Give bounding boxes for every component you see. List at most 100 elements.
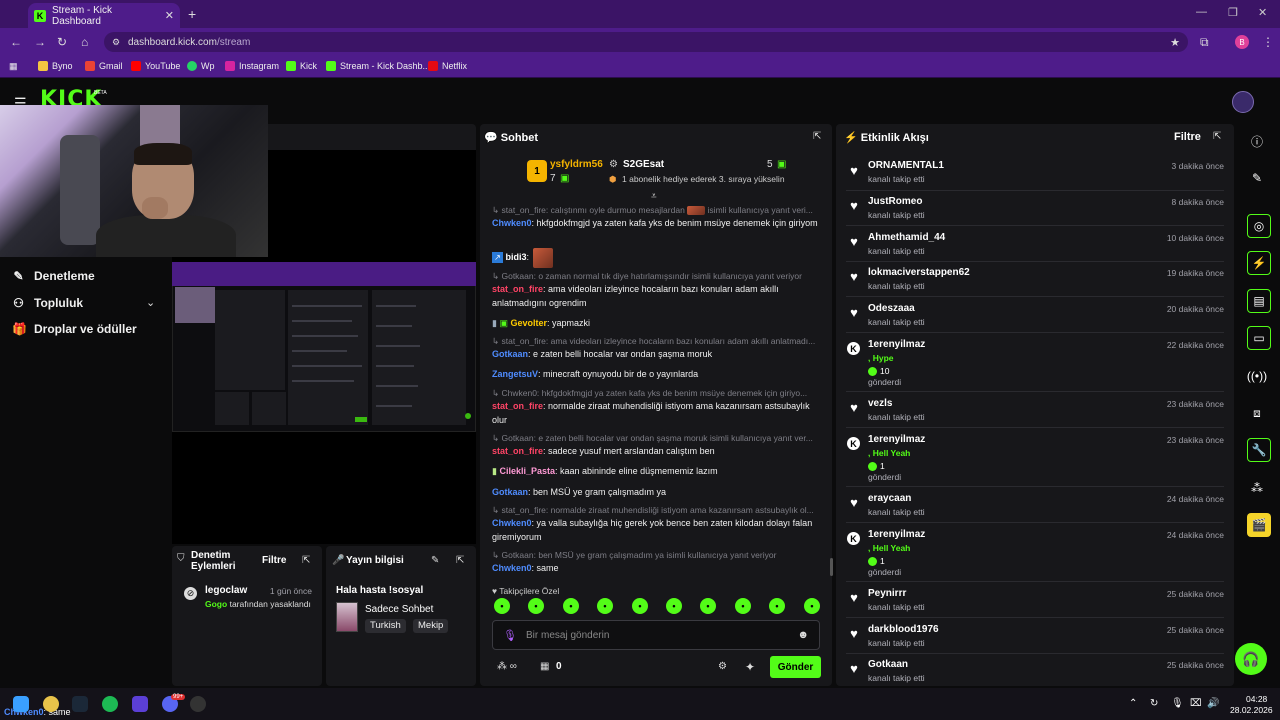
emote-button[interactable]: • [700,598,716,614]
valorant-icon[interactable] [132,696,148,712]
clock-date[interactable]: 28.02.2026 [1230,705,1273,715]
back-icon[interactable]: ← [10,35,22,49]
chat-username[interactable]: Gotkaan [492,349,528,359]
chat-username[interactable]: stat_on_fire [492,284,543,294]
activity-user[interactable]: eraycaan [868,493,911,504]
clapperboard-icon[interactable]: 🎬 [1247,513,1271,537]
emote-button[interactable]: • [804,598,820,614]
sidebar-item-droplar[interactable]: 🎁 Droplar ve ödüller [12,322,137,336]
lightning-icon[interactable]: ⚡ [1247,251,1271,275]
wrench-icon[interactable]: 🔧 [1247,438,1271,462]
site-info-icon[interactable]: ⚙ [112,37,120,48]
chat-username[interactable]: Gotkaan [492,487,528,497]
chat-input-box[interactable]: 🎙 Bir mesaj gönderin ☻ [492,620,820,650]
bookmark-kick[interactable]: Kick [286,61,317,71]
document-icon[interactable]: ▤ [1247,289,1271,313]
collapse-podium-icon[interactable]: ⩡ [651,191,657,202]
chat-username[interactable]: Chwken0 [492,218,532,228]
bookmark-netflix[interactable]: Netflix [428,61,467,71]
spotify-icon[interactable] [102,696,118,712]
second-gifter-name[interactable]: S2GEsat [623,159,664,170]
popout-icon[interactable]: ⇱ [813,131,821,142]
chat-username[interactable]: Cilekli_Pasta [499,466,555,476]
chat-username[interactable]: bidi3 [506,252,527,262]
emote-button[interactable]: • [769,598,785,614]
camera-icon[interactable]: ◎ [1247,214,1271,238]
new-tab-button[interactable]: + [188,6,196,22]
popout-icon[interactable]: ⇱ [302,555,310,566]
obs-icon[interactable] [190,696,206,712]
top-gifter-name[interactable]: ysfyldrm56 [550,159,603,170]
address-bar[interactable]: ⚙ dashboard.kick.com/stream ★ [104,32,1188,52]
activity-user[interactable]: Ahmethamid_44 [868,232,945,243]
help-headset-icon[interactable]: 🎧 [1235,643,1267,675]
tray-chevron-icon[interactable]: ⌃ [1129,698,1137,709]
activity-user[interactable]: Peynirrr [868,588,906,599]
sidebar-item-topluluk[interactable]: ⚇ Topluluk [12,296,83,310]
tag-turkish[interactable]: Turkish [365,619,406,633]
chat-username[interactable]: stat_on_fire [492,401,543,411]
chat-username[interactable]: Gevolter [511,318,548,328]
stream-category[interactable]: Sadece Sohbet [365,604,433,615]
mic-icon[interactable]: 🎙 [503,629,517,642]
activity-user[interactable]: Gotkaan [868,659,908,670]
emote-button[interactable]: • [528,598,544,614]
bookmark-byno[interactable]: Byno [38,61,73,71]
edit-pencil-icon[interactable]: ✎ [431,555,439,566]
bookmark-kick-dashboard[interactable]: Stream - Kick Dashb... [326,61,430,71]
windows-start-icon[interactable] [13,696,29,712]
emoji-icon[interactable]: ☻ [797,629,809,641]
forward-icon[interactable]: → [34,35,46,49]
bookmark-instagram[interactable]: Instagram [225,61,279,71]
community-dots-icon[interactable]: ⁂ [1242,475,1272,501]
emote-button[interactable]: • [597,598,613,614]
popout-icon[interactable]: ⇱ [1213,131,1221,142]
tray-sync-icon[interactable]: ↻ [1150,698,1158,709]
steam-icon[interactable] [72,696,88,712]
mod-entry-user[interactable]: legoclaw [205,585,247,596]
apps-grid-icon[interactable]: ▦ [9,61,18,72]
chat-scrollbar[interactable] [830,558,833,576]
gift-box-icon[interactable]: ▦ [540,661,549,672]
activity-user[interactable]: 1erenyilmaz [868,434,925,445]
chat-username[interactable]: stat_on_fire [492,446,543,456]
broadcast-icon[interactable]: ((•)) [1242,363,1272,389]
menu-kebab-icon[interactable]: ⋮ [1262,35,1274,49]
activity-user[interactable]: darkblood1976 [868,624,939,635]
activity-user[interactable]: ORNAMENTAL1 [868,160,944,171]
chat-bubble-icon[interactable]: ▭ [1247,326,1271,350]
bookmark-gmail[interactable]: Gmail [85,61,123,71]
chat-settings-gear-icon[interactable]: ⚙ [718,661,727,672]
chat-username[interactable]: ZangetsuV [492,369,538,379]
emote-button[interactable]: • [494,598,510,614]
activity-user[interactable]: lokmaciverstappen62 [868,267,970,278]
send-button[interactable]: Gönder [770,656,821,678]
mod-entry-by[interactable]: Gogo [205,599,227,609]
browser-tab-kick-dashboard[interactable]: K Stream - Kick Dashboard ✕ [28,3,180,28]
bookmark-star-icon[interactable]: ★ [1170,36,1180,49]
chevron-down-icon[interactable]: ⌄ [146,296,155,309]
emote-button[interactable]: • [666,598,682,614]
activity-filter-button[interactable]: Filtre [1174,131,1201,143]
extensions-icon[interactable]: ⧉ [1200,35,1209,50]
popout-icon[interactable]: ⇱ [456,555,464,566]
clock-time[interactable]: 04:28 [1246,694,1267,704]
tray-mic-icon[interactable]: 🎙 [1171,698,1184,709]
tray-network-icon[interactable]: ⌧ [1190,698,1202,709]
reload-icon[interactable]: ↻ [57,35,67,49]
activity-user[interactable]: JustRomeo [868,196,922,207]
emote-button[interactable]: • [563,598,579,614]
close-window-icon[interactable]: ✕ [1258,6,1267,19]
activity-user[interactable]: Odeszaaa [868,303,915,314]
tray-volume-icon[interactable]: 🔊 [1207,698,1219,709]
emote-button[interactable]: • [735,598,751,614]
profile-avatar[interactable]: B [1235,35,1249,49]
bookmark-youtube[interactable]: YouTube [131,61,180,71]
sidebar-item-denetleme[interactable]: ✎ Denetleme [12,269,94,283]
tag-mekip[interactable]: Mekip [413,619,449,633]
activity-user[interactable]: vezls [868,398,892,409]
mod-filter-button[interactable]: Filtre [262,555,286,566]
edit-icon[interactable]: ✎ [1242,165,1272,191]
bookmark-wp[interactable]: Wp [187,61,215,71]
user-avatar[interactable] [1232,91,1254,113]
